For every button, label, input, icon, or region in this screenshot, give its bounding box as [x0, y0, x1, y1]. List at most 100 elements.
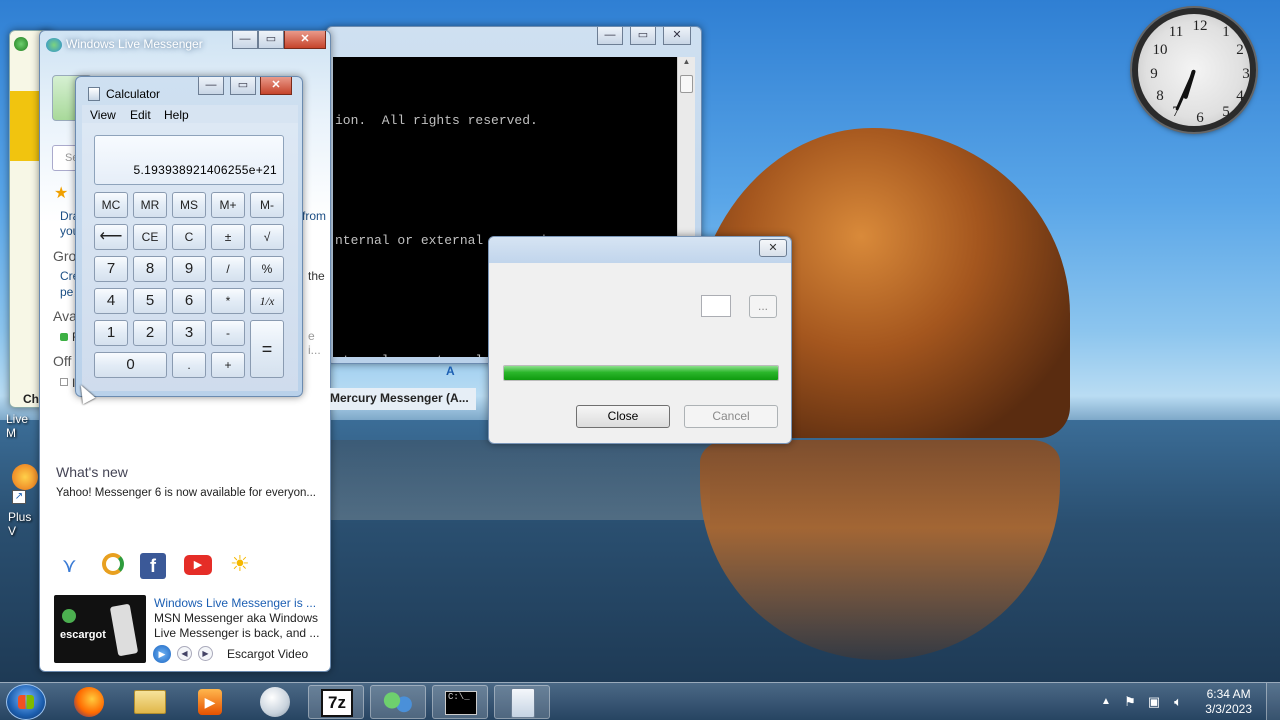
memory-subtract-button[interactable]: M- — [250, 192, 284, 218]
whats-new-heading: What's new — [56, 464, 128, 480]
media-player-icon: ▶ — [198, 689, 222, 715]
desktop-icon-messenger-plus[interactable]: ↗ Plus V — [0, 456, 38, 538]
negate-button[interactable]: ± — [211, 224, 245, 250]
reciprocal-button[interactable]: 1/x — [250, 288, 284, 314]
menu-edit[interactable]: Edit — [130, 108, 151, 122]
maximize-button[interactable]: ▭ — [258, 31, 284, 49]
digit-0-button[interactable]: 0 — [94, 352, 167, 378]
close-button[interactable]: ✕ — [260, 77, 292, 95]
taskbar-file-explorer[interactable] — [122, 685, 178, 719]
clear-entry-button[interactable]: CE — [133, 224, 167, 250]
memory-add-button[interactable]: M+ — [211, 192, 245, 218]
scrollbar-thumb[interactable] — [680, 75, 693, 93]
chat-tab-label[interactable]: Ch — [23, 392, 39, 406]
dialog-titlebar[interactable] — [489, 237, 791, 263]
decimal-button[interactable]: . — [172, 352, 206, 378]
mercury-messenger-label[interactable]: Mercury Messenger (A... — [330, 388, 476, 410]
clock-number-6: 6 — [1196, 110, 1204, 126]
memory-clear-button[interactable]: MC — [94, 192, 128, 218]
add-button[interactable]: + — [211, 352, 245, 378]
taskbar-media-player[interactable]: ▶ — [182, 685, 238, 719]
tray-clock[interactable]: 6:34 AM 3/3/2023 — [1205, 687, 1252, 717]
menu-view[interactable]: View — [90, 108, 116, 122]
whats-new-item[interactable]: Yahoo! Messenger 6 is now available for … — [56, 487, 316, 499]
news-title-link[interactable]: Windows Live Messenger is ... — [154, 596, 316, 610]
action-center-flag-icon[interactable]: ⚑ — [1122, 694, 1138, 710]
play-icon[interactable]: ▶ — [153, 645, 171, 663]
maximize-button[interactable]: ▭ — [630, 27, 656, 45]
digit-3-button[interactable]: 3 — [172, 320, 206, 346]
start-button[interactable] — [6, 684, 46, 720]
digit-2-button[interactable]: 2 — [133, 320, 167, 346]
font-icon[interactable]: A — [446, 364, 455, 378]
facebook-icon[interactable]: f — [140, 553, 166, 579]
digit-5-button[interactable]: 5 — [133, 288, 167, 314]
browse-button[interactable]: ... — [749, 295, 777, 318]
equals-button[interactable]: = — [250, 320, 284, 378]
taskbar-firefox[interactable] — [62, 685, 118, 719]
news-thumbnail[interactable]: escargot — [54, 595, 146, 663]
percent-button[interactable]: % — [250, 256, 284, 282]
progress-dialog[interactable]: ✕ ... Close Cancel — [488, 236, 792, 444]
digit-4-button[interactable]: 4 — [94, 288, 128, 314]
subtract-button[interactable]: - — [211, 320, 245, 346]
butterfly-icon[interactable]: ⋎ — [62, 553, 86, 577]
taskbar-messenger-orb[interactable] — [246, 685, 302, 719]
clear-button[interactable]: C — [172, 224, 206, 250]
console-icon: C:\_ — [445, 691, 477, 715]
minimize-button[interactable]: — — [198, 77, 224, 95]
volume-muted-icon[interactable]: 🔈︎ — [1170, 694, 1186, 710]
calculator-window[interactable]: Calculator — ▭ ✕ View Edit Help 5.193938… — [75, 76, 303, 397]
memory-recall-button[interactable]: MR — [133, 192, 167, 218]
path-field[interactable] — [701, 295, 731, 317]
digit-1-button[interactable]: 1 — [94, 320, 128, 346]
offline-checkbox[interactable] — [60, 378, 68, 386]
dialog-close-button[interactable]: ✕ — [759, 239, 787, 257]
escargot-logo-icon — [62, 609, 76, 623]
tray-date: 3/3/2023 — [1205, 702, 1252, 716]
weather-sun-icon[interactable]: ☀ — [230, 551, 256, 577]
shortcut-arrow-icon: ↗ — [12, 490, 26, 504]
next-icon[interactable]: ▶ — [198, 646, 213, 661]
backspace-button[interactable]: ⟵ — [94, 224, 128, 250]
favorites-star-icon: ★ — [54, 185, 69, 202]
digit-7-button[interactable]: 7 — [94, 256, 128, 282]
messenger-logo-icon — [46, 38, 62, 52]
show-desktop-button[interactable] — [1266, 683, 1280, 720]
memory-store-button[interactable]: MS — [172, 192, 206, 218]
scroll-up-arrow-icon[interactable]: ▲ — [678, 57, 695, 66]
messenger-buddies-icon — [383, 690, 413, 716]
maximize-button[interactable]: ▭ — [230, 77, 256, 95]
square-root-button[interactable]: √ — [250, 224, 284, 250]
chrome-like-icon[interactable] — [102, 553, 124, 575]
youtube-icon[interactable]: ▶ — [184, 555, 212, 575]
close-button[interactable]: ✕ — [284, 31, 326, 49]
taskbar-calculator[interactable] — [494, 685, 550, 719]
wallpaper-beach — [330, 440, 710, 520]
menu-help[interactable]: Help — [164, 108, 189, 122]
link-text[interactable]: from — [302, 209, 326, 223]
taskbar-windows-live-messenger[interactable] — [370, 685, 426, 719]
available-heading: Ava — [53, 308, 77, 324]
taskbar-7zip[interactable]: 7z — [308, 685, 364, 719]
display-value: 5.193938921406255e+21 — [133, 163, 277, 177]
network-icon[interactable]: ▣ — [1146, 694, 1162, 710]
video-label[interactable]: Escargot Video — [227, 647, 308, 661]
digit-9-button[interactable]: 9 — [172, 256, 206, 282]
cancel-button[interactable]: Cancel — [684, 405, 778, 428]
taskbar-command-prompt[interactable]: C:\_ — [432, 685, 488, 719]
minimize-button[interactable]: — — [232, 31, 258, 49]
window-icon — [14, 37, 28, 51]
minimize-button[interactable]: — — [597, 27, 623, 45]
multiply-button[interactable]: * — [211, 288, 245, 314]
divide-button[interactable]: / — [211, 256, 245, 282]
previous-icon[interactable]: ◀ — [177, 646, 192, 661]
mercury-toolbar: A — [340, 364, 460, 382]
digit-6-button[interactable]: 6 — [172, 288, 206, 314]
orb-icon — [260, 687, 290, 717]
close-button[interactable]: Close — [576, 405, 670, 428]
show-hidden-icons-icon[interactable]: ▲ — [1098, 694, 1114, 710]
digit-8-button[interactable]: 8 — [133, 256, 167, 282]
close-button[interactable]: ✕ — [663, 27, 691, 45]
clock-gadget[interactable]: 12 1 2 3 4 5 6 7 8 9 10 11 — [1132, 8, 1256, 132]
